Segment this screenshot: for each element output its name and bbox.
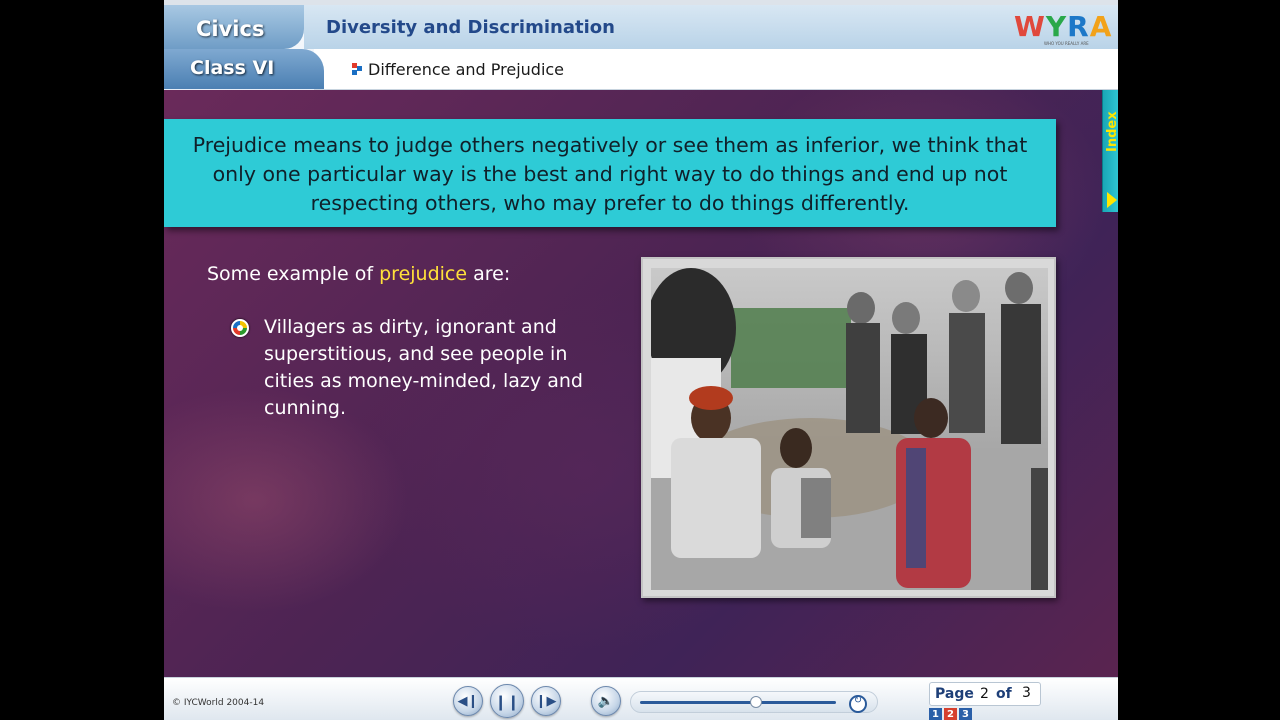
prejudice-photo	[651, 268, 1048, 590]
page-chip-2[interactable]: 2	[944, 708, 957, 720]
next-button[interactable]: ❙▶	[531, 686, 561, 716]
previous-button[interactable]: ◀❙	[453, 686, 483, 716]
bullet-item: Villagers as dirty, ignorant and superst…	[264, 316, 583, 419]
pause-button[interactable]: ❙❙	[490, 684, 524, 718]
subject-tab: Civics	[164, 5, 304, 49]
class-tab: Class VI	[164, 49, 324, 89]
examples-intro: Some example of prejudice are:	[207, 263, 510, 285]
current-page: 2	[980, 686, 989, 702]
index-tab[interactable]: Index	[1102, 90, 1118, 212]
total-pages: 3	[1022, 685, 1031, 701]
definition-box: Prejudice means to judge others negative…	[164, 119, 1056, 227]
page-chip-1[interactable]: 1	[929, 708, 942, 720]
page-chip-3[interactable]: 3	[959, 708, 972, 720]
skip-forward-icon: ❙▶	[535, 694, 557, 709]
wyra-logo: WYRA WHO YOU REALLY ARE	[1014, 10, 1111, 50]
subject-label: Civics	[196, 17, 265, 41]
speaker-icon: 🔈	[597, 694, 615, 709]
skip-back-icon: ◀❙	[457, 694, 479, 709]
progress-track	[640, 701, 836, 704]
chapter-title: Diversity and Discrimination	[326, 17, 615, 38]
replay-button[interactable]: ↻	[849, 695, 867, 713]
lesson-content: Prejudice means to judge others negative…	[164, 90, 1118, 677]
index-arrow-icon	[1107, 192, 1117, 208]
intro-suffix: are:	[467, 263, 511, 285]
replay-icon: ↻	[853, 695, 863, 706]
header: Civics Class VI Diversity and Discrimina…	[164, 0, 1118, 90]
page-indicator: Page 2 of 3	[929, 682, 1041, 706]
definition-text: Prejudice means to judge others negative…	[192, 133, 1028, 215]
index-label: Index	[1105, 111, 1118, 152]
class-label: Class VI	[190, 57, 275, 79]
page-of-label: of	[996, 686, 1012, 702]
player-footer: © IYCWorld 2004-14 ◀❙ ❙❙ ❙▶ 🔈 ↻ Page 2 o…	[164, 677, 1118, 720]
photo-frame	[641, 257, 1056, 598]
intro-prefix: Some example of	[207, 263, 380, 285]
topic-title: Difference and Prejudice	[368, 60, 565, 79]
multicolor-bullet-icon	[231, 319, 249, 337]
photo-collage	[651, 268, 1048, 590]
pause-icon: ❙❙	[494, 693, 520, 711]
page-label: Page	[935, 686, 974, 702]
volume-button[interactable]: 🔈	[591, 686, 621, 716]
intro-highlight: prejudice	[379, 263, 468, 285]
logo-text: WYRA	[1014, 10, 1113, 43]
app-window: Civics Class VI Diversity and Discrimina…	[164, 0, 1118, 720]
topic-bullet-icon	[352, 63, 362, 75]
logo-tagline: WHO YOU REALLY ARE	[1044, 41, 1089, 46]
copyright-text: © IYCWorld 2004-14	[172, 698, 265, 708]
progress-thumb[interactable]	[749, 696, 762, 708]
